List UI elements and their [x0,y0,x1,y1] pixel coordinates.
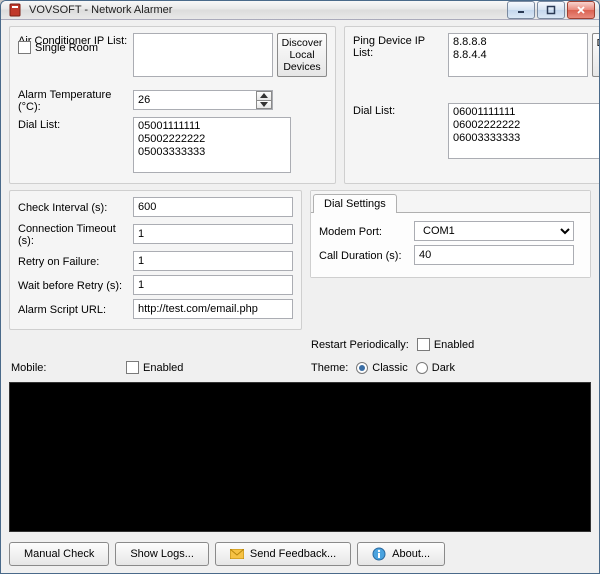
wait-retry-input[interactable] [133,275,293,295]
about-label: About... [392,548,430,560]
info-icon [372,547,386,561]
restart-enabled-label: Enabled [434,339,474,351]
maximize-button[interactable] [537,1,565,19]
show-logs-button[interactable]: Show Logs... [115,542,209,566]
call-duration-input[interactable] [414,245,574,265]
misc-row-1: Restart Periodically: Enabled [9,336,591,353]
conn-timeout-input[interactable] [133,224,293,244]
ping-ip-list-label: Ping Device IP List: [353,33,448,59]
theme-classic-label: Classic [372,362,407,374]
right-settings-col: Dial Settings Modem Port: COM1 Call Dura… [310,190,591,330]
dial-list-label-left: Dial List: [18,117,133,131]
check-interval-input[interactable] [133,197,293,217]
conn-timeout-label: Connection Timeout (s): [18,221,133,247]
window-title: VOVSOFT - Network Alarmer [29,4,507,16]
minimize-button[interactable] [507,1,535,19]
check-interval-label: Check Interval (s): [18,200,133,214]
mobile-label: Mobile: [11,362,126,374]
checkbox-icon [126,361,139,374]
dial-list-input-left[interactable]: 05001111111 05002222222 05003333333 [133,117,291,173]
app-icon [7,2,23,18]
window-controls [507,1,595,19]
button-bar: Manual Check Show Logs... Send Feedback.… [9,538,591,566]
discover-devices-button-right[interactable]: Discover Local Devices [592,33,600,77]
spin-down-icon[interactable] [256,100,272,110]
feedback-icon [230,547,244,561]
send-feedback-label: Send Feedback... [250,548,336,560]
mobile-enabled-checkbox[interactable]: Enabled [126,361,183,374]
client-area: Air Conditioner IP List: Discover Local … [1,20,599,574]
ac-ip-list-input[interactable] [133,33,273,77]
alarm-temp-input[interactable] [133,90,273,110]
alarm-temp-spinner[interactable] [256,91,272,109]
theme-classic-radio[interactable]: Classic [356,362,407,374]
wait-retry-label: Wait before Retry (s): [18,278,133,292]
alarm-temp-label: Alarm Temperature (°C): [18,87,133,113]
restart-enabled-checkbox[interactable]: Enabled [417,338,474,351]
theme-dark-label: Dark [432,362,455,374]
manual-check-button[interactable]: Manual Check [9,542,109,566]
title-bar: VOVSOFT - Network Alarmer [1,1,599,20]
modem-port-select[interactable]: COM1 [414,221,574,241]
tab-strip: Dial Settings [311,191,590,212]
general-settings-panel: Check Interval (s): Connection Timeout (… [9,190,302,330]
theme-label: Theme: [311,362,348,374]
manual-check-label: Manual Check [24,548,94,560]
checkbox-icon [18,41,31,54]
log-output[interactable] [9,382,591,532]
dial-settings-body: Modem Port: COM1 Call Duration (s): [311,212,590,277]
close-button[interactable] [567,1,595,19]
about-button[interactable]: About... [357,542,445,566]
misc-row-2: Mobile: Enabled Theme: Classic Dark [9,359,591,376]
ping-ip-list-input[interactable]: 8.8.8.8 8.8.4.4 [448,33,588,77]
single-room-label: Single Room [35,42,98,54]
spin-up-icon[interactable] [256,91,272,100]
modem-port-label: Modem Port: [319,224,414,238]
mobile-enabled-label: Enabled [143,362,183,374]
restart-label: Restart Periodically: [311,339,409,351]
script-url-label: Alarm Script URL: [18,302,133,316]
call-duration-label: Call Duration (s): [319,248,414,262]
discover-devices-button-left[interactable]: Discover Local Devices [277,33,327,77]
theme-dark-radio[interactable]: Dark [416,362,455,374]
dial-list-input-right[interactable]: 06001111111 06002222222 06003333333 [448,103,600,159]
retry-input[interactable] [133,251,293,271]
ac-panel: Air Conditioner IP List: Discover Local … [9,26,336,184]
ping-panel: Ping Device IP List: 8.8.8.8 8.8.4.4 Dis… [344,26,600,184]
top-panels: Air Conditioner IP List: Discover Local … [9,26,591,184]
radio-icon [416,362,428,374]
app-window: VOVSOFT - Network Alarmer Air Conditione… [0,0,600,574]
tab-dial-settings[interactable]: Dial Settings [313,194,397,213]
send-feedback-button[interactable]: Send Feedback... [215,542,351,566]
dial-list-label-right: Dial List: [353,103,448,117]
checkbox-icon [417,338,430,351]
show-logs-label: Show Logs... [130,548,194,560]
script-url-input[interactable] [133,299,293,319]
retry-label: Retry on Failure: [18,254,133,268]
radio-icon [356,362,368,374]
middle-settings: Check Interval (s): Connection Timeout (… [9,190,591,330]
dial-settings-tabset: Dial Settings Modem Port: COM1 Call Dura… [310,190,591,278]
single-room-checkbox[interactable]: Single Room [18,41,98,54]
